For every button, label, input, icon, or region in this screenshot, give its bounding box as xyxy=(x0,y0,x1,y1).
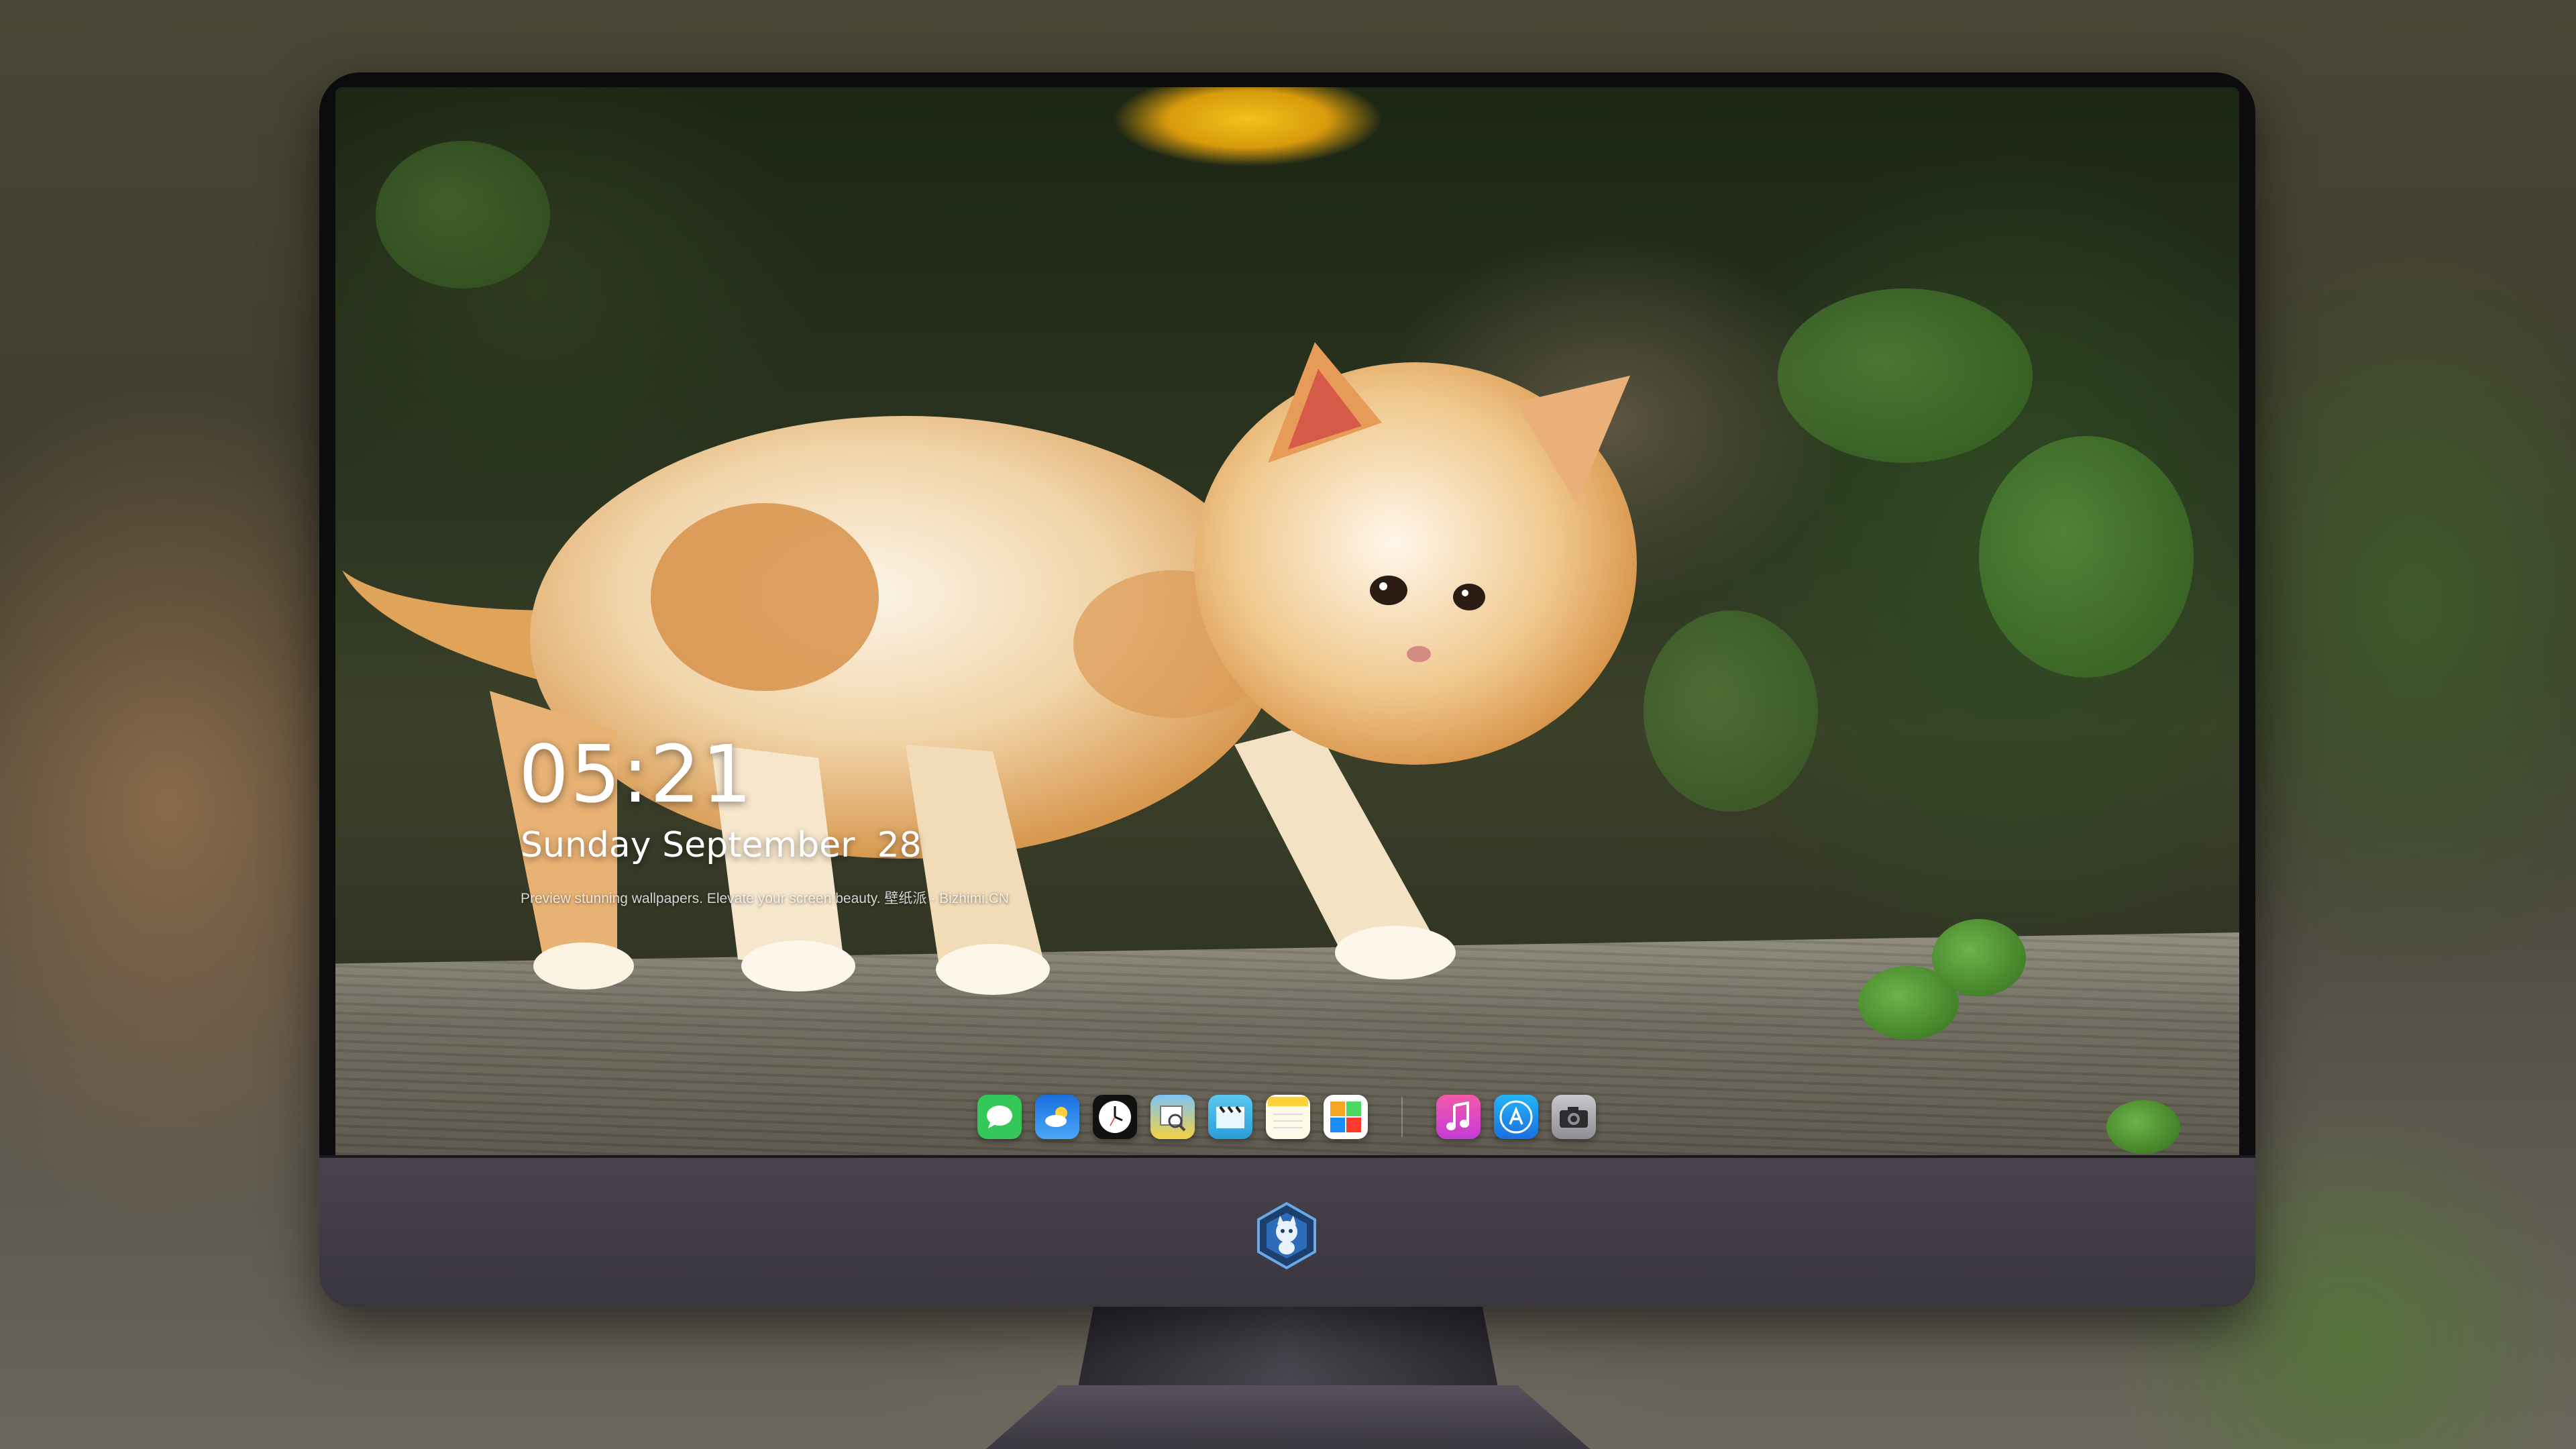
chin-divider xyxy=(319,1155,2255,1158)
photo-collage-icon[interactable] xyxy=(1324,1095,1368,1139)
video-clips-icon[interactable] xyxy=(1208,1095,1252,1139)
notes-icon[interactable] xyxy=(1266,1095,1310,1139)
screen: 05:21 Sunday September 28 Preview stunni… xyxy=(335,87,2239,1155)
clock-icon[interactable] xyxy=(1093,1095,1137,1139)
brand-logo xyxy=(1257,1201,1316,1270)
dock-separator xyxy=(1401,1097,1403,1137)
lock-screen-date: Sunday September 28 xyxy=(521,825,922,865)
weather-icon[interactable] xyxy=(1035,1095,1079,1139)
monitor-stand-neck xyxy=(1077,1307,1499,1394)
monitor-stand-base xyxy=(986,1385,1590,1449)
dock xyxy=(977,1087,1596,1147)
lock-screen-time: 05:21 xyxy=(519,728,754,820)
kitten-illustration xyxy=(342,342,1637,995)
camera-icon[interactable] xyxy=(1552,1095,1596,1139)
lock-screen-tagline: Preview stunning wallpapers. Elevate you… xyxy=(521,891,1009,906)
messages-icon[interactable] xyxy=(977,1095,1022,1139)
preview-icon[interactable] xyxy=(1150,1095,1195,1139)
music-icon[interactable] xyxy=(1436,1095,1481,1139)
app-store-icon[interactable] xyxy=(1494,1095,1538,1139)
